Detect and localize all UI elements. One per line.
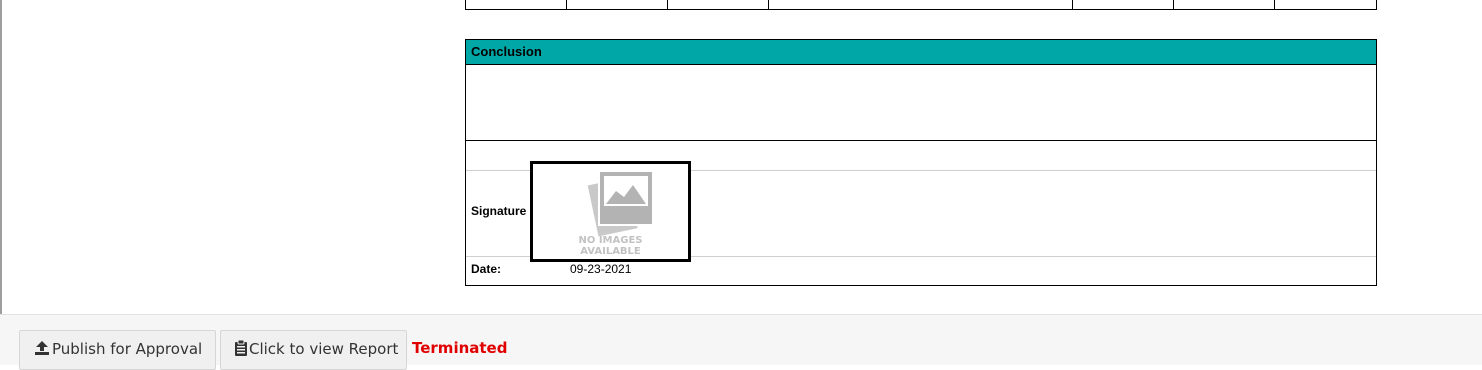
action-footer: Publish for Approval Click to view Repor… bbox=[0, 314, 1482, 370]
report-label: Click to view Report bbox=[249, 340, 399, 358]
publish-for-approval-button[interactable]: Publish for Approval bbox=[19, 330, 216, 370]
date-value: 09-23-2021 bbox=[570, 262, 632, 276]
left-border bbox=[0, 0, 2, 314]
previous-table-bottom bbox=[465, 0, 1377, 10]
date-label: Date: bbox=[471, 262, 502, 276]
status-text: Terminated bbox=[412, 339, 508, 357]
conclusion-header: Conclusion bbox=[466, 40, 1376, 65]
clipboard-icon bbox=[235, 339, 247, 356]
no-image-placeholder: NO IMAGES AVAILABLE bbox=[530, 161, 691, 262]
view-report-button[interactable]: Click to view Report bbox=[220, 330, 407, 370]
upload-icon bbox=[35, 341, 49, 355]
publish-label: Publish for Approval bbox=[52, 340, 203, 358]
no-image-text-line1: NO IMAGES bbox=[578, 235, 643, 246]
no-image-text-line2: AVAILABLE bbox=[580, 246, 641, 257]
signature-label: Signature bbox=[471, 204, 527, 218]
signature-section: Signature NO IMAGES AVAILABLE Date: 09-2… bbox=[465, 140, 1377, 286]
conclusion-section: Conclusion bbox=[465, 39, 1377, 141]
